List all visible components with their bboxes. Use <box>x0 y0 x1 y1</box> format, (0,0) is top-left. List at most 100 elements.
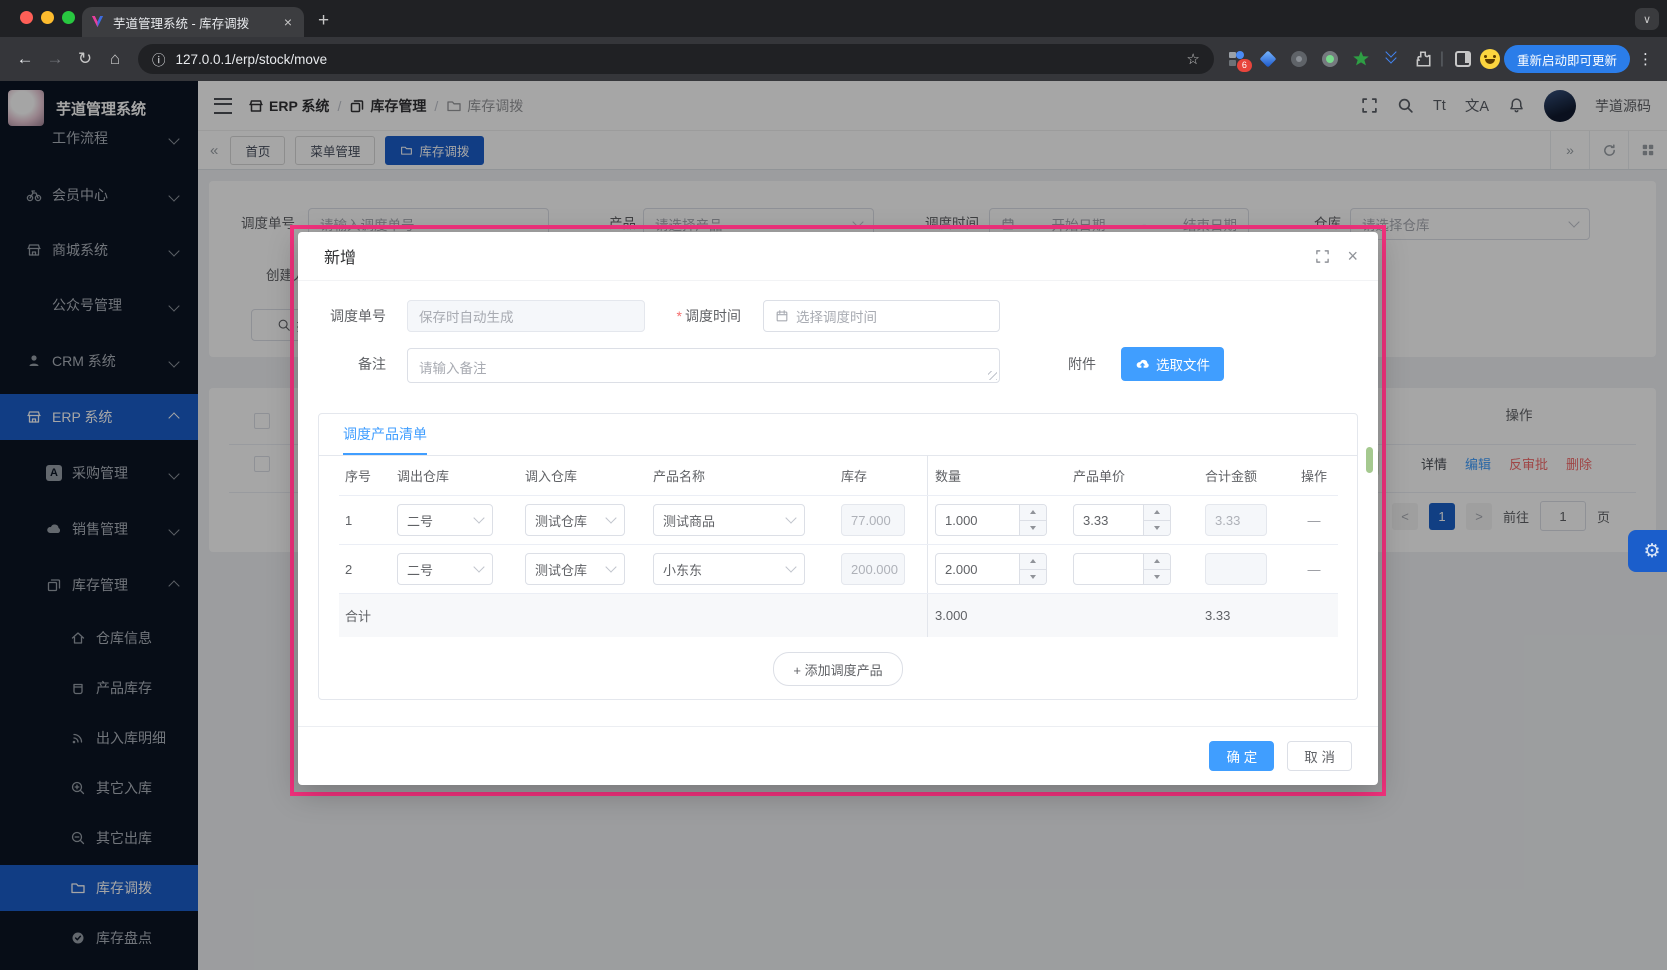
new-tab-button[interactable]: + <box>318 8 329 34</box>
in-warehouse-select[interactable]: 测试仓库 <box>525 504 625 536</box>
minimize-window-button[interactable] <box>41 11 54 24</box>
puzzle-extensions-icon[interactable] <box>1414 50 1432 68</box>
side-panel-icon[interactable] <box>1454 50 1472 68</box>
add-dialog: 新增 × 调度单号 保存时自动生成 *调度时间 选择调度时间 备注 请输入备注 … <box>298 232 1378 785</box>
total-input <box>1205 553 1267 585</box>
scrollbar-thumb[interactable] <box>1366 447 1373 473</box>
increase-icon[interactable] <box>1144 554 1170 569</box>
row-op-dash[interactable]: — <box>1289 496 1339 544</box>
decrease-icon[interactable] <box>1144 569 1170 585</box>
chevron-down-icon <box>605 561 616 572</box>
bookmark-star-icon[interactable]: ☆ <box>1186 50 1199 68</box>
tab-product-list[interactable]: 调度产品清单 <box>343 414 427 455</box>
browser-tab-title: 芋道管理系统 - 库存调拨 <box>113 13 280 32</box>
back-icon[interactable]: ← <box>10 49 40 69</box>
increase-icon[interactable] <box>1020 505 1046 520</box>
extensions-row: 6 <box>1228 50 1432 68</box>
url-text: 127.0.0.1/erp/stock/move <box>176 52 328 67</box>
screen: 芋道管理系统 - 库存调拨 × + ∨ ← → ↻ ⌂ ⓘ 127.0.0.1/… <box>0 0 1667 970</box>
chevron-down-icon <box>785 512 796 523</box>
product-table: 序号 调出仓库 调入仓库 产品名称 库存 数量 产品单价 合计金额 操作 1 二… <box>339 455 1338 637</box>
tab-search-chevron-icon[interactable]: ∨ <box>1635 8 1659 30</box>
dialog-title: 新增 <box>324 244 356 268</box>
summary-label: 合计 <box>339 594 393 637</box>
summary-total: 3.33 <box>1183 594 1289 637</box>
move-time-picker[interactable]: 选择调度时间 <box>763 300 1000 332</box>
add-product-button[interactable]: + 添加调度产品 <box>773 652 902 686</box>
total-input: 3.33 <box>1205 504 1267 536</box>
settings-gear-button[interactable]: ⚙ <box>1628 530 1667 572</box>
out-warehouse-select[interactable]: 二号 <box>397 504 493 536</box>
close-window-button[interactable] <box>20 11 33 24</box>
decrease-icon[interactable] <box>1020 520 1046 536</box>
browser-update-button[interactable]: 重新启动即可更新 <box>1504 45 1630 73</box>
extension-star-icon[interactable] <box>1352 50 1370 68</box>
product-row-2: 2 二号 测试仓库 小东东 200.000 2.000 — <box>339 544 1338 593</box>
chevron-down-icon <box>473 512 484 523</box>
remark-textarea[interactable]: 请输入备注 <box>407 348 1000 383</box>
calendar-icon <box>775 309 789 323</box>
product-select[interactable]: 小东东 <box>653 553 805 585</box>
in-warehouse-select[interactable]: 测试仓库 <box>525 553 625 585</box>
extension-green-dot-icon[interactable] <box>1321 50 1339 68</box>
reload-icon[interactable]: ↻ <box>70 49 100 69</box>
dialog-close-icon[interactable]: × <box>1347 247 1358 265</box>
home-icon[interactable]: ⌂ <box>100 49 130 69</box>
upload-file-button[interactable]: 选取文件 <box>1121 347 1224 381</box>
extension-icon[interactable]: 6 <box>1228 50 1246 68</box>
cancel-button[interactable]: 取 消 <box>1287 741 1352 771</box>
qty-stepper[interactable]: 1.000 <box>935 504 1047 536</box>
price-stepper[interactable] <box>1073 553 1171 585</box>
row-op-dash[interactable]: — <box>1289 545 1339 593</box>
product-select[interactable]: 测试商品 <box>653 504 805 536</box>
out-warehouse-select[interactable]: 二号 <box>397 553 493 585</box>
browser-toolbar: ← → ↻ ⌂ ⓘ 127.0.0.1/erp/stock/move ☆ 6 <box>0 37 1667 81</box>
add-product-row: + 添加调度产品 <box>319 637 1357 701</box>
site-favicon <box>90 15 105 30</box>
dialog-header: 新增 × <box>298 232 1378 281</box>
price-stepper[interactable]: 3.33 <box>1073 504 1171 536</box>
browser-tabstrip: 芋道管理系统 - 库存调拨 × + ∨ <box>0 0 1667 37</box>
summary-qty: 3.000 <box>927 594 1049 637</box>
product-row-1: 1 二号 测试仓库 测试商品 77.000 1.000 3.33 3.33 — <box>339 495 1338 544</box>
profile-avatar-emoji[interactable] <box>1480 49 1500 69</box>
tab-close-icon[interactable]: × <box>280 14 296 30</box>
resize-handle[interactable] <box>988 371 997 380</box>
attachment-label: 附件 <box>1044 348 1108 380</box>
browser-tab[interactable]: 芋道管理系统 - 库存调拨 × <box>82 7 304 37</box>
site-info-icon[interactable]: ⓘ <box>152 49 166 69</box>
app-viewport: 芋道管理系统 工作流程 会员中心 商城系统 <box>0 81 1667 970</box>
order-no-input[interactable]: 保存时自动生成 <box>407 300 645 332</box>
extension-chevrons-icon[interactable] <box>1383 50 1401 68</box>
increase-icon[interactable] <box>1020 554 1046 569</box>
product-table-header: 序号 调出仓库 调入仓库 产品名称 库存 数量 产品单价 合计金额 操作 <box>339 455 1338 495</box>
move-time-label: *调度时间 <box>653 300 753 332</box>
upload-cloud-icon <box>1135 357 1150 372</box>
summary-row: 合计 3.000 3.33 <box>339 593 1338 637</box>
order-no-label: 调度单号 <box>298 300 398 332</box>
chevron-down-icon <box>473 561 484 572</box>
extension-diamond-icon[interactable] <box>1259 50 1277 68</box>
address-bar[interactable]: ⓘ 127.0.0.1/erp/stock/move ☆ <box>138 44 1214 74</box>
confirm-button[interactable]: 确 定 <box>1209 741 1274 771</box>
required-asterisk: * <box>677 308 682 324</box>
extension-circle-icon[interactable] <box>1290 50 1308 68</box>
dialog-fullscreen-icon[interactable] <box>1315 249 1330 264</box>
increase-icon[interactable] <box>1144 505 1170 520</box>
remark-label: 备注 <box>298 348 398 380</box>
stock-input: 200.000 <box>841 553 905 585</box>
product-list-card: 调度产品清单 序号 调出仓库 调入仓库 产品名称 库存 数量 产品单价 合计金额… <box>318 413 1358 700</box>
chevron-down-icon <box>605 512 616 523</box>
zoom-window-button[interactable] <box>62 11 75 24</box>
toolbar-divider: | <box>1440 50 1444 68</box>
extension-badge: 6 <box>1237 59 1252 72</box>
decrease-icon[interactable] <box>1020 569 1046 585</box>
chevron-down-icon <box>785 561 796 572</box>
forward-icon[interactable]: → <box>40 49 70 69</box>
browser-menu-icon[interactable]: ⋮ <box>1638 50 1653 68</box>
stock-input: 77.000 <box>841 504 905 536</box>
dialog-footer: 确 定 取 消 <box>298 726 1378 785</box>
decrease-icon[interactable] <box>1144 520 1170 536</box>
qty-stepper[interactable]: 2.000 <box>935 553 1047 585</box>
product-list-tabs: 调度产品清单 <box>319 414 1357 456</box>
